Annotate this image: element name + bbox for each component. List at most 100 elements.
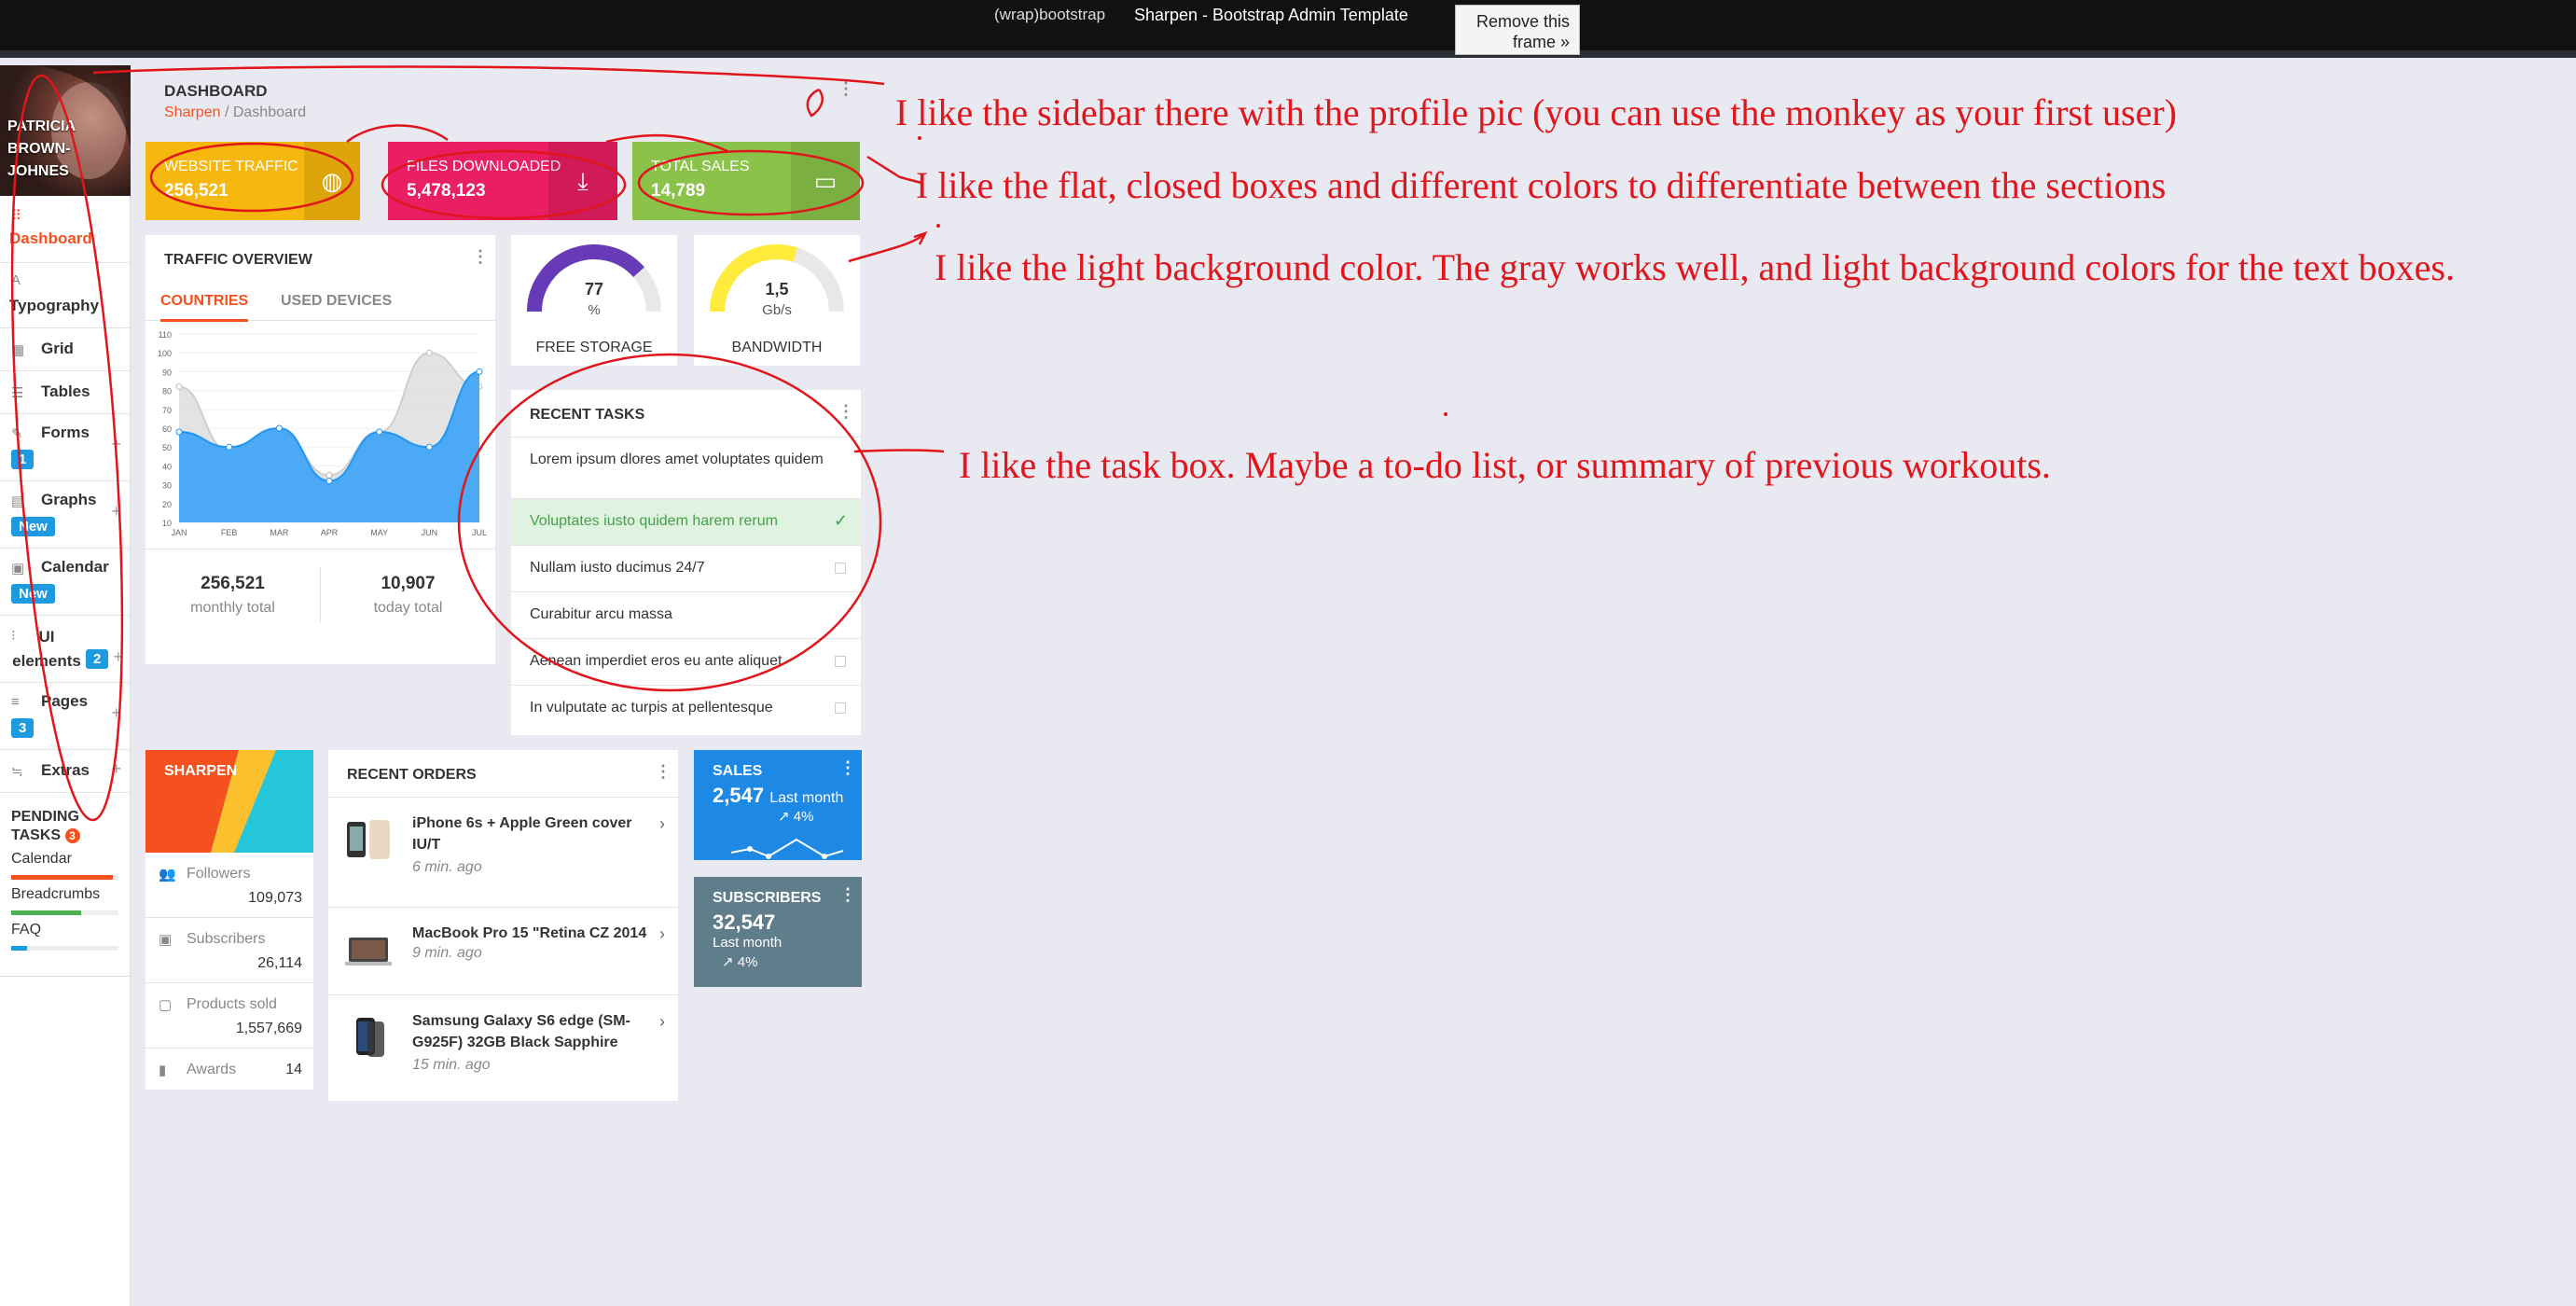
task-checkbox[interactable] bbox=[835, 656, 846, 667]
expand-plus-icon[interactable]: + bbox=[111, 502, 121, 521]
breadcrumb: Sharpen / Dashboard bbox=[164, 104, 307, 120]
sidebar-item-tables[interactable]: ☰ Tables bbox=[0, 371, 131, 414]
download-icon: ⤓ bbox=[548, 142, 617, 220]
y-tick-label: 110 bbox=[159, 330, 172, 340]
sidebar-item-grid[interactable]: ▦ Grid bbox=[0, 328, 131, 371]
data-point bbox=[325, 478, 333, 485]
sidebar-item-ui-elements[interactable]: ⁝ UI elements 2 + bbox=[0, 616, 131, 683]
stat-row-followers: 👥 Followers 109,073 bbox=[145, 853, 313, 918]
samsung-product-image bbox=[356, 1018, 384, 1057]
pencil-icon: ✎ bbox=[11, 426, 23, 442]
sidebar-item-label: Extras bbox=[41, 761, 90, 779]
sidebar-divider bbox=[0, 976, 131, 977]
breadcrumb-link-sharpen[interactable]: Sharpen bbox=[164, 104, 221, 120]
stat-value: 256,521 bbox=[164, 181, 229, 201]
gauge-label: BANDWIDTH bbox=[731, 340, 823, 355]
tab-countries[interactable]: COUNTRIES bbox=[160, 293, 249, 322]
order-item[interactable]: Samsung Galaxy S6 edge (SM-G925F) 32GB B… bbox=[328, 994, 678, 1101]
subscribers-icon: ▣ bbox=[159, 932, 173, 948]
today-total-label: today total bbox=[373, 600, 443, 616]
chevron-right-icon[interactable]: › bbox=[659, 814, 665, 834]
expand-plus-icon[interactable]: + bbox=[111, 703, 121, 723]
calendar-new-badge: New bbox=[11, 584, 55, 604]
sidebar-item-label: Typography bbox=[9, 297, 100, 314]
check-icon: ✓ bbox=[833, 511, 848, 530]
remove-frame-button[interactable]: Remove this frame » bbox=[1455, 5, 1580, 55]
order-name: MacBook Pro 15 "Retina CZ 2014 bbox=[412, 925, 647, 941]
sidebar-item-pages[interactable]: ≡ Pages 3 + bbox=[0, 683, 131, 750]
widget-title: SALES bbox=[713, 763, 763, 779]
frame-title: Sharpen - Bootstrap Admin Template bbox=[1134, 6, 1408, 24]
widget-title: SUBSCRIBERS bbox=[713, 890, 822, 906]
y-tick-label: 50 bbox=[162, 443, 172, 452]
sidebar-item-graphs[interactable]: ▤ Graphs New + bbox=[0, 481, 131, 549]
browser-frame-bar: (wrap)bootstrap Sharpen - Bootstrap Admi… bbox=[0, 0, 2576, 58]
grid-dots-icon: ⠿ bbox=[11, 208, 21, 224]
card-title: RECENT TASKS bbox=[530, 407, 645, 423]
task-item-done[interactable]: Voluptates iusto quidem harem rerum ✓ bbox=[511, 498, 861, 545]
annotation-taskbox-note: I like the task box. Maybe a to-do list,… bbox=[959, 444, 2051, 486]
tab-used-devices[interactable]: USED DEVICES bbox=[281, 293, 392, 310]
widget-menu-icon[interactable]: ⋮ bbox=[839, 759, 856, 776]
sidebar-item-label: Pages bbox=[41, 692, 89, 710]
y-tick-label: 60 bbox=[162, 424, 172, 434]
chevron-right-icon[interactable]: › bbox=[659, 924, 665, 944]
wrapbootstrap-brand[interactable]: (wrap)bootstrap bbox=[994, 6, 1105, 24]
stat-total-sales[interactable]: TOTAL SALES 14,789 ▭ bbox=[632, 142, 860, 220]
task-item[interactable]: In vulputate ac turpis at pellentesque bbox=[511, 685, 861, 735]
iphone-product-image bbox=[347, 820, 390, 859]
sidebar-item-calendar[interactable]: ▣ Calendar New bbox=[0, 549, 131, 616]
sales-widget: SALES ⋮ 2,547 Last month ↗ 4% bbox=[694, 750, 862, 860]
task-checkbox[interactable] bbox=[835, 702, 846, 714]
widget-menu-icon[interactable]: ⋮ bbox=[839, 886, 856, 903]
gauge-value: 77 bbox=[584, 280, 604, 299]
sidebar-item-typography[interactable]: A Typography bbox=[0, 263, 131, 328]
annotation-boxes-note: I like the flat, closed boxes and differ… bbox=[916, 164, 2167, 206]
pending-task-label[interactable]: Breadcrumbs bbox=[11, 886, 100, 903]
stat-website-traffic[interactable]: WEBSITE TRAFFIC 256,521 ◍ bbox=[145, 142, 360, 220]
traffic-area-chart: 10 20 30 40 50 60 70 80 90 100 110 JAN FEB MAR APR MAY J… bbox=[158, 330, 487, 537]
trend-up-icon: ↗ bbox=[778, 809, 790, 825]
chevron-right-icon[interactable]: › bbox=[659, 1012, 665, 1032]
expand-plus-icon[interactable]: + bbox=[113, 647, 123, 667]
stat-row-subscribers: ▣ Subscribers 26,114 bbox=[145, 918, 313, 983]
card-menu-icon[interactable]: ⋮ bbox=[655, 763, 672, 780]
pending-task-progress bbox=[11, 875, 118, 880]
task-item[interactable]: Aenean imperdiet eros eu ante aliquet bbox=[511, 638, 861, 685]
y-tick-label: 70 bbox=[162, 406, 172, 415]
profile-avatar[interactable]: PATRICIA BROWN-JOHNES bbox=[0, 65, 131, 196]
pending-task-label[interactable]: Calendar bbox=[11, 851, 72, 868]
monthly-total-value: 256,521 bbox=[201, 574, 265, 593]
stat-files-downloaded[interactable]: FILES DOWNLOADED 5,478,123 ⤓ bbox=[388, 142, 617, 220]
ui-elements-count-badge: 2 bbox=[86, 649, 109, 669]
y-tick-label: 30 bbox=[162, 481, 172, 491]
x-tick-label: APR bbox=[321, 528, 339, 537]
pages-count-badge: 3 bbox=[11, 718, 35, 738]
data-point bbox=[425, 349, 433, 356]
x-tick-label: JAN bbox=[171, 528, 187, 537]
sidebar-item-forms[interactable]: ✎ Forms 1 + bbox=[0, 414, 131, 481]
task-checkbox[interactable] bbox=[835, 563, 846, 574]
page-menu-icon[interactable]: ⋮ bbox=[838, 80, 854, 97]
order-item[interactable]: iPhone 6s + Apple Green cover IU/T 6 min… bbox=[328, 797, 678, 907]
x-tick-label: MAY bbox=[370, 528, 388, 537]
stat-label: TOTAL SALES bbox=[651, 159, 750, 174]
sidebar-item-extras[interactable]: ≒ Extras + bbox=[0, 750, 131, 793]
sidebar-item-dashboard[interactable]: ⠿ Dashboard bbox=[0, 196, 131, 263]
x-tick-label: JUN bbox=[422, 528, 438, 537]
sidebar-item-label: Dashboard bbox=[9, 229, 92, 247]
monthly-total-label: monthly total bbox=[190, 600, 275, 616]
task-item[interactable]: Curabitur arcu massa bbox=[511, 591, 861, 638]
task-item[interactable]: Nullam iusto ducimus 24/7 bbox=[511, 545, 861, 591]
widget-percent: ↗ 4% bbox=[778, 809, 814, 825]
pending-task-label[interactable]: FAQ bbox=[11, 922, 41, 938]
expand-plus-icon[interactable]: + bbox=[111, 435, 121, 454]
gauge-value: 1,5 bbox=[765, 280, 789, 299]
order-item[interactable]: MacBook Pro 15 "Retina CZ 2014 9 min. ag… bbox=[328, 907, 678, 994]
task-item[interactable]: Lorem ipsum dlores amet voluptates quide… bbox=[511, 437, 861, 498]
card-menu-icon[interactable]: ⋮ bbox=[472, 248, 489, 265]
expand-plus-icon[interactable]: + bbox=[111, 759, 121, 779]
data-point bbox=[275, 424, 283, 432]
extras-icon: ≒ bbox=[11, 764, 23, 780]
card-menu-icon[interactable]: ⋮ bbox=[838, 403, 854, 420]
